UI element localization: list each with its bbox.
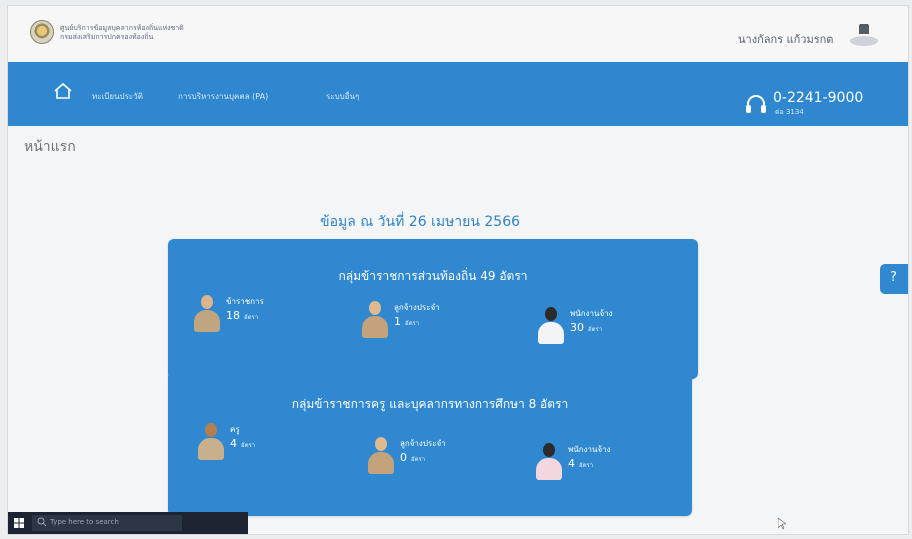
page-title: หน้าแรก [24, 139, 76, 155]
windows-start-icon[interactable] [14, 518, 24, 528]
browser-viewport: ศูนย์บริการข้อมูลบุคลากรท้องถิ่นแห่งชาติ… [8, 6, 908, 534]
nav-item-profile[interactable]: ทะเบียนประวัติ [92, 90, 143, 103]
question-icon: ? [890, 270, 897, 285]
staff-person-icon [534, 441, 564, 481]
stat-value-row: 4 อัตรา [568, 457, 593, 470]
teacher-person-icon [196, 421, 226, 461]
help-button[interactable]: ? [880, 264, 908, 294]
stat-value: 18 [226, 309, 240, 322]
staff-person-icon [536, 305, 566, 345]
main-navbar: ทะเบียนประวัติ การบริหารงานบุคคล (PA) ระ… [8, 62, 908, 126]
department-seal-logo[interactable] [30, 20, 54, 44]
headset-icon [746, 95, 766, 113]
home-icon[interactable] [52, 80, 74, 102]
stat-value-row: 18 อัตรา [226, 309, 258, 322]
user-avatar-icon[interactable] [850, 24, 878, 50]
nav-item-pa[interactable]: การบริหารงานบุคคล (PA) [178, 90, 268, 103]
officer-person-icon [192, 293, 222, 333]
support-phone-number: 0-2241-9000 [773, 90, 864, 106]
stat-value-row: 1 อัตรา [394, 315, 419, 328]
stat-value: 1 [394, 315, 401, 328]
taskbar-search-box[interactable]: Type here to search [32, 515, 182, 531]
stat-label: ลูกจ้างประจำ [394, 303, 440, 312]
group-card-teachers-education[interactable]: กลุ่มข้าราชการครู และบุคลากรทางการศึกษา … [168, 371, 692, 516]
stat-value-row: 0 อัตรา [400, 451, 425, 464]
stat-label: พนักงานจ้าง [568, 445, 611, 454]
support-phone-extension: ต่อ 3134 [775, 108, 804, 116]
stat-label: ครู [230, 425, 240, 434]
stat-unit: อัตรา [244, 314, 259, 321]
windows-taskbar: Type here to search [8, 512, 248, 534]
data-date-heading: ข้อมูล ณ วันที่ 26 เมษายน 2566 [320, 214, 521, 230]
department-name: กรมส่งเสริมการปกครองท้องถิ่น [60, 33, 154, 41]
site-header: ศูนย์บริการข้อมูลบุคลากรท้องถิ่นแห่งชาติ… [8, 6, 908, 58]
stat-unit: อัตรา [411, 456, 426, 463]
employee-person-icon [366, 435, 396, 475]
employee-person-icon [360, 299, 390, 339]
group-title: กลุ่มข้าราชการส่วนท้องถิ่น 49 อัตรา [338, 269, 528, 283]
stat-value: 0 [400, 451, 407, 464]
mouse-cursor-icon [778, 518, 786, 530]
stat-value-row: 30 อัตรา [570, 321, 602, 334]
stat-unit: อัตรา [405, 320, 420, 327]
stat-unit: อัตรา [241, 442, 256, 449]
stat-value: 4 [230, 437, 237, 450]
stat-label: ข้าราชการ [226, 297, 264, 306]
group-card-local-officials[interactable]: กลุ่มข้าราชการส่วนท้องถิ่น 49 อัตรา ข้าร… [168, 239, 698, 379]
stat-value: 30 [570, 321, 584, 334]
group-title: กลุ่มข้าราชการครู และบุคลากรทางการศึกษา … [291, 397, 569, 411]
stat-label: ลูกจ้างประจำ [400, 439, 446, 448]
stat-value: 4 [568, 457, 575, 470]
nav-item-other-systems[interactable]: ระบบอื่นๆ [326, 90, 359, 103]
stat-label: พนักงานจ้าง [570, 309, 613, 318]
stat-unit: อัตรา [588, 326, 603, 333]
stat-unit: อัตรา [579, 462, 594, 469]
stat-value-row: 4 อัตรา [230, 437, 255, 450]
search-placeholder: Type here to search [50, 518, 119, 526]
search-icon [37, 517, 47, 527]
user-name[interactable]: นางกัลกร แก้วมรกต [738, 30, 833, 48]
